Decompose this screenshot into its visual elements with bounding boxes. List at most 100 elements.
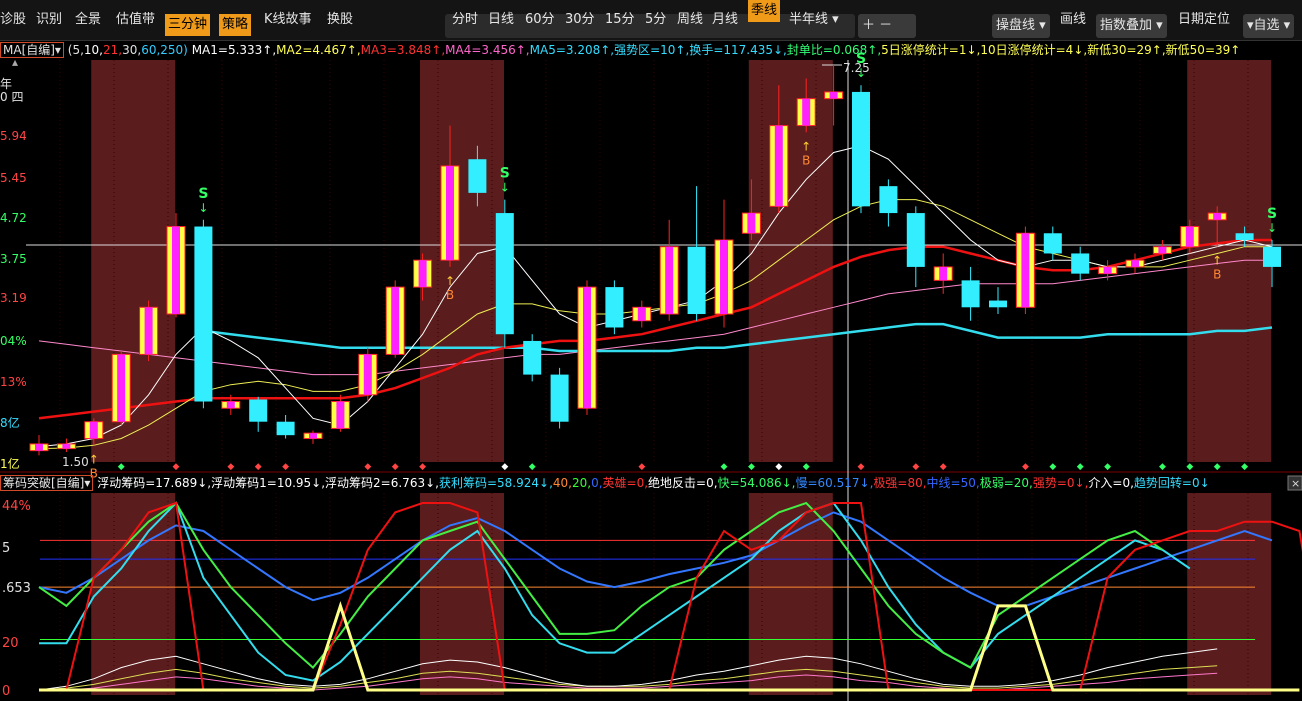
main-legend-item-1: (5, (63, 43, 84, 57)
signal-dot-25: ◆ (1241, 462, 1248, 472)
main-legend-item-8: MA2=4.467↑, (276, 43, 361, 57)
ind-yellow2 (38, 665, 1218, 691)
period-7[interactable]: 月线 (712, 0, 738, 40)
candle-core-13 (391, 287, 400, 355)
low-label: 1.50 (62, 455, 89, 469)
candle-body-35 (989, 300, 1007, 308)
toolbar-left-3[interactable]: 估值带 (116, 0, 155, 40)
candle-core-2 (89, 421, 98, 439)
toolbar-left-2[interactable]: 全景 (75, 0, 101, 40)
axis-main-2: 4.72 (0, 211, 27, 225)
candle-body-9 (276, 421, 295, 436)
axis-top-0: 年 (0, 77, 12, 91)
main-legend-item-12: 强势区=10↑, (614, 43, 690, 57)
sell-arrow-3: ↓ (1267, 221, 1277, 235)
ind-legend-item-12: 极强=80, (873, 476, 927, 490)
toolbar-right-zixuan[interactable]: ▾自选 ▾ (1243, 14, 1295, 38)
signal-dot-6: ◆ (392, 462, 399, 472)
main-legend-item-13: 换手=117.435↓, (689, 43, 787, 57)
ind-legend-item-8: 英雄=0, (602, 476, 649, 490)
period-3[interactable]: 30分 (565, 0, 595, 40)
period-4[interactable]: 15分 (605, 0, 635, 40)
candle-core-0 (35, 443, 43, 451)
ind-legend-item-6: 20, (571, 476, 592, 490)
candle-body-8 (249, 399, 268, 422)
candle-core-15 (446, 165, 454, 261)
main-legend-item-7: MA1=5.333↑, (187, 43, 277, 57)
signal-dot-18: ◆ (1022, 462, 1029, 472)
candle-core-22 (637, 307, 646, 321)
buy-arrow-2: ↑ (801, 139, 811, 153)
axis-main-1: 5.45 (0, 171, 27, 185)
main-legend-item-6: 250) (160, 43, 188, 57)
toolbar-left-1[interactable]: 识别 (36, 0, 62, 40)
ind-legend-item-13: 中线=50, (926, 476, 980, 490)
candle-core-7 (226, 401, 235, 409)
toolbar-right-caopan[interactable]: 操盘线 ▾ (992, 14, 1050, 38)
ind-legend-item-10: 快=54.086↓, (717, 476, 796, 490)
candle-core-11 (336, 401, 345, 429)
ind-legend-item-16: 介入=0, (1088, 476, 1134, 490)
candle-core-5 (172, 226, 180, 315)
ind-legend-item-9: 绝地反击=0, (648, 476, 718, 490)
chart-canvas[interactable]: ↑B↑B↑B↑BS↓S↓S↓S↓7.251.50 ◆ ◆ ◆ ◆ ◆ ◆ ◆ ◆ ◆ ◆ ◆ ◆ ◆ ◆ ◆ ◆… (0, 0, 1302, 701)
candle-body-34 (961, 280, 980, 308)
toolbar-left-5[interactable]: 策略 (219, 14, 252, 36)
ind-legend-item-0[interactable]: 筹码突破[自编]▾ (0, 475, 94, 491)
toolbar-left-7[interactable]: 换股 (327, 0, 353, 40)
sell-arrow-0: ↓ (198, 201, 208, 215)
signal-dot-7: ◆ (419, 462, 426, 472)
toolbar-right-zhishu[interactable]: 指数叠加 ▾ (1096, 14, 1167, 38)
candle-body-32 (906, 213, 925, 267)
toolbar-left-0[interactable]: 诊股 (0, 0, 26, 40)
toolbar-right-riqi[interactable]: 日期定位 (1178, 0, 1230, 40)
ind-yellow (39, 601, 1300, 692)
high-label: 7.25 (843, 61, 870, 75)
candle-core-43 (1213, 213, 1222, 220)
axis-ind-0: 44% (2, 499, 31, 514)
period-6[interactable]: 周线 (677, 0, 703, 40)
main-legend-item-5: 60, (141, 43, 161, 57)
sell-label-0: S (198, 186, 208, 202)
period-9[interactable]: 半年线 ▾ (789, 0, 839, 40)
period-8[interactable]: 季线 (748, 0, 781, 22)
period-5[interactable]: 5分 (645, 0, 666, 40)
candle-core-4 (144, 307, 153, 355)
period-0[interactable]: 分时 (452, 0, 478, 40)
toolbar-right-huaxian[interactable]: 画线 (1060, 0, 1086, 40)
main-legend-item-18: 新低50=39↑ (1165, 43, 1241, 57)
ind-legend-item-17: 趋势回转=0↓ (1133, 476, 1210, 490)
ind-legend-item-4: 获利筹码=58.924↓, (438, 476, 553, 490)
signal-dot-14: ◆ (803, 462, 810, 472)
buy-label-1: B (446, 288, 454, 302)
candle-body-44 (1235, 233, 1254, 240)
candle-body-17 (495, 213, 514, 335)
buy-arrow-1: ↑ (445, 274, 455, 288)
ind-legend-item-11: 慢=60.517↓, (795, 476, 874, 490)
sell-label-3: S (1267, 206, 1277, 222)
buy-arrow-0: ↑ (89, 452, 99, 466)
zoom-in-icon[interactable]: ＋ (862, 18, 875, 33)
ma-cyan (203, 322, 1273, 353)
buy-label-2: B (802, 153, 810, 167)
signal-dot-9: ◆ (529, 462, 536, 472)
axis-main-6: 13% (0, 375, 27, 389)
zoom-out-icon[interactable]: － (879, 18, 892, 33)
signal-dot-11: ◆ (721, 462, 728, 472)
candle-core-42 (1185, 226, 1194, 247)
main-legend-item-10: MA4=3.456↑, (445, 43, 530, 57)
main-legend-item-2: 10, (83, 43, 103, 57)
period-1[interactable]: 日线 (488, 0, 514, 40)
main-legend-item-0[interactable]: MA[自编]▾ (0, 42, 64, 58)
signal-dot-8: ◆ (501, 462, 508, 472)
signal-dot-23: ◆ (1186, 462, 1193, 472)
ma-pink (38, 259, 1272, 376)
period-2[interactable]: 60分 (525, 0, 555, 40)
axis-main-4: 3.19 (0, 291, 27, 305)
toolbar-left-6[interactable]: K线故事 (264, 0, 312, 40)
signal-dot-0: ◆ (118, 462, 125, 472)
main-legend: MA[自编]▾ (5,10,21,30,60,250) MA1=5.333↑,M… (0, 40, 1302, 60)
toolbar-left-4[interactable]: 三分钟 (165, 14, 211, 36)
candle-core-36 (1021, 233, 1030, 308)
axis-ind-3: 20 (2, 636, 19, 651)
